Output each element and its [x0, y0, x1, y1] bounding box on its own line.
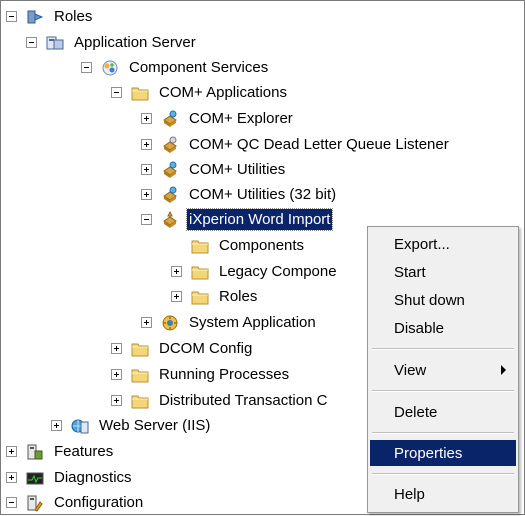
expand-toggle[interactable] [141, 164, 152, 175]
menu-item-properties[interactable]: Properties [370, 440, 516, 466]
tree-item-label: Legacy Compone [219, 263, 337, 280]
tree-item-configuration[interactable]: Configuration [6, 490, 145, 515]
tree-item-dcom-config[interactable]: DCOM Config [111, 336, 254, 361]
collapse-toggle[interactable] [26, 37, 37, 48]
tree-item-label: Application Server [74, 34, 196, 51]
tree-item-com-utilities[interactable]: COM+ Utilities [141, 157, 287, 182]
tree-item-label: Features [54, 443, 114, 460]
tree-item-label: Web Server (IIS) [99, 417, 211, 434]
tree-item-label: Distributed Transaction C [159, 392, 328, 409]
tree-item-diagnostics[interactable]: Diagnostics [6, 465, 134, 490]
folder-icon [191, 263, 209, 281]
expand-toggle[interactable] [141, 113, 152, 124]
expand-toggle[interactable] [171, 266, 182, 277]
menu-item-start[interactable]: Start [370, 259, 516, 285]
menu-item-disable[interactable]: Disable [370, 315, 516, 341]
tree-item-com-utilities-32[interactable]: COM+ Utilities (32 bit) [141, 182, 338, 207]
expand-toggle[interactable] [141, 317, 152, 328]
menu-separator [372, 432, 514, 434]
roles-icon [26, 8, 44, 26]
tree-item-roles[interactable]: Roles [6, 4, 94, 29]
collapse-toggle[interactable] [6, 497, 17, 508]
tree-item-label: Configuration [54, 494, 144, 511]
expand-toggle[interactable] [6, 472, 17, 483]
tree-item-legacy-components[interactable]: Legacy Compone [171, 259, 339, 284]
com-app-icon [161, 186, 179, 204]
tree-item-label: Diagnostics [54, 469, 132, 486]
tree-item-label: Component Services [129, 59, 269, 76]
folder-icon [131, 84, 149, 102]
expand-toggle[interactable] [111, 369, 122, 380]
tree-item-application-server[interactable]: Application Server [26, 30, 198, 55]
collapse-toggle[interactable] [6, 11, 17, 22]
menu-separator [372, 390, 514, 392]
submenu-arrow-icon [501, 365, 506, 375]
component-services-icon [101, 59, 119, 77]
menu-item-delete[interactable]: Delete [370, 399, 516, 425]
tree-item-components[interactable]: Components [171, 233, 306, 258]
tree-item-label: System Application [189, 314, 316, 331]
menu-item-export[interactable]: Export... [370, 231, 516, 257]
collapse-toggle[interactable] [111, 87, 122, 98]
folder-icon [131, 392, 149, 410]
com-app-icon [161, 110, 179, 128]
folder-icon [191, 237, 209, 255]
menu-item-label: View [394, 361, 427, 379]
context-menu: Export... Start Shut down Disable View D… [367, 226, 519, 513]
expand-toggle[interactable] [6, 446, 17, 457]
tree-item-label: COM+ Explorer [189, 110, 293, 127]
tree-item-label: iXperion Word Import [185, 208, 334, 231]
tree-item-com-explorer[interactable]: COM+ Explorer [141, 106, 295, 131]
tree-item-label: COM+ Utilities [189, 161, 286, 178]
tree-item-label: DCOM Config [159, 340, 253, 357]
system-app-icon [161, 314, 179, 332]
server-icon [46, 34, 64, 52]
com-app-icon [161, 210, 179, 229]
tree-item-label: COM+ Utilities (32 bit) [189, 186, 337, 203]
expand-toggle[interactable] [171, 291, 182, 302]
expand-toggle[interactable] [141, 189, 152, 200]
diagnostics-icon [26, 469, 44, 487]
features-icon [26, 443, 44, 461]
folder-icon [131, 366, 149, 384]
expand-toggle[interactable] [141, 139, 152, 150]
tree-item-label: Components [219, 237, 305, 254]
configuration-icon [26, 494, 44, 512]
menu-separator [372, 473, 514, 475]
menu-separator [372, 348, 514, 350]
com-app-icon [161, 161, 179, 179]
folder-icon [131, 340, 149, 358]
tree-item-label: Roles [54, 8, 93, 25]
tree-item-label: Running Processes [159, 366, 290, 383]
expand-toggle[interactable] [111, 395, 122, 406]
tree-item-label: Roles [219, 288, 258, 305]
collapse-toggle[interactable] [81, 62, 92, 73]
menu-item-help[interactable]: Help [370, 481, 516, 507]
collapse-toggle[interactable] [141, 214, 152, 225]
tree-item-com-qc-listener[interactable]: COM+ QC Dead Letter Queue Listener [141, 132, 451, 157]
tree-item-web-server[interactable]: Web Server (IIS) [51, 413, 212, 438]
tree-item-com-applications[interactable]: COM+ Applications [111, 80, 289, 105]
expand-toggle[interactable] [111, 343, 122, 354]
folder-icon [191, 288, 209, 306]
expand-toggle[interactable] [51, 420, 62, 431]
tree-item-system-application[interactable]: System Application [141, 310, 318, 335]
menu-item-view[interactable]: View [370, 357, 516, 383]
tree-item-distributed-transaction[interactable]: Distributed Transaction C [111, 388, 329, 413]
tree-item-label: COM+ Applications [159, 84, 287, 101]
tree-item-roles-folder[interactable]: Roles [171, 284, 259, 309]
menu-item-shut-down[interactable]: Shut down [370, 287, 516, 313]
tree-item-label: COM+ QC Dead Letter Queue Listener [189, 136, 449, 153]
tree-item-ixperion-word-import[interactable]: iXperion Word Import [141, 207, 334, 232]
web-server-icon [71, 417, 89, 435]
com-app-icon [161, 136, 179, 154]
tree-item-features[interactable]: Features [6, 439, 115, 464]
tree-item-running-processes[interactable]: Running Processes [111, 362, 291, 387]
tree-item-component-services[interactable]: Component Services [81, 55, 270, 80]
